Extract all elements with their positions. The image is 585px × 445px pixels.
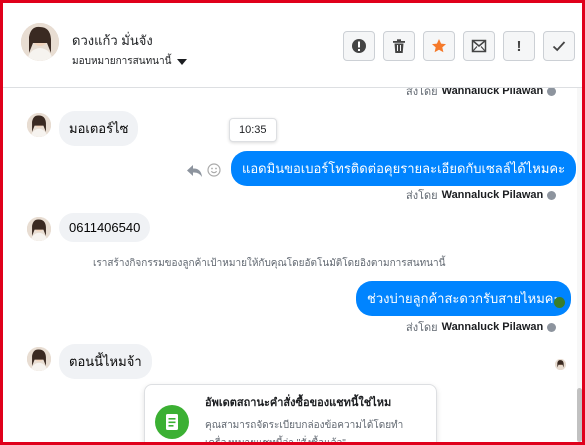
- contact-name[interactable]: ดวงแก้ว มั่นจัง: [72, 30, 153, 51]
- read-receipt-avatar: [554, 297, 565, 308]
- contact-avatar-small: [27, 113, 51, 137]
- conversation-header: ดวงแก้ว มั่นจัง มอบหมายการสนทนานี้ !: [3, 3, 582, 88]
- order-status-prompt-card[interactable]: อัพเดตสถานะคำสั่งซื้อของแชทนี้ใช่ไหม คุณ…: [144, 384, 437, 445]
- order-note-icon: [155, 405, 189, 439]
- exclamation-icon: !: [516, 37, 522, 55]
- mark-done-button[interactable]: [543, 31, 575, 61]
- exclamation-circle-icon: [352, 39, 366, 53]
- reply-icon[interactable]: [186, 164, 203, 178]
- message-bubble-incoming[interactable]: 0611406540: [59, 213, 151, 242]
- caret-down-icon: [177, 58, 188, 65]
- info-icon: [547, 190, 557, 200]
- info-icon: [547, 322, 557, 332]
- mark-unread-button[interactable]: [463, 31, 495, 61]
- message-bubble-incoming[interactable]: ตอนนี้ไหมจ้า: [59, 344, 152, 379]
- check-icon: [552, 41, 566, 52]
- header-action-bar: !: [343, 31, 575, 61]
- message-bubble-outgoing[interactable]: แอดมินขอเบอร์โทรติดต่อคุยรายละเอียดกับเซ…: [231, 151, 577, 186]
- sent-by-label: ส่งโดย Wannaluck Pilawan: [406, 318, 557, 336]
- assign-label: มอบหมายการสนทนานี้: [72, 56, 172, 67]
- follow-up-button[interactable]: !: [503, 31, 535, 61]
- card-title: อัพเดตสถานะคำสั่งซื้อของแชทนี้ใช่ไหม: [205, 397, 392, 409]
- message-bubble-incoming[interactable]: มอเตอร์ไซ: [59, 111, 139, 146]
- message-bubble-outgoing[interactable]: ช่วงบ่ายลูกค้าสะดวกรับสายไหมคะ: [356, 281, 572, 316]
- timestamp-tooltip: 10:35: [229, 118, 277, 142]
- assign-conversation-dropdown[interactable]: มอบหมายการสนทนานี้: [72, 54, 188, 69]
- system-notice: เราสร้างกิจกรรมของลูกค้าเป้าหมายให้กับคุ…: [93, 258, 446, 269]
- mark-spam-button[interactable]: [343, 31, 375, 61]
- contact-avatar[interactable]: [21, 23, 59, 61]
- contact-avatar-small: [27, 217, 51, 241]
- envelope-icon: [471, 39, 487, 53]
- sent-by-label: ส่งโดย Wannaluck Pilawan: [406, 186, 557, 204]
- contact-avatar-small: [27, 347, 51, 371]
- read-receipt-avatar: [555, 359, 566, 370]
- star-icon: [432, 39, 446, 53]
- scrollbar-thumb[interactable]: [577, 388, 582, 442]
- react-emoji-icon[interactable]: [207, 163, 221, 177]
- inbox-conversation-panel: ดวงแก้ว มั่นจัง มอบหมายการสนทนานี้ ! ส่ง…: [0, 0, 585, 445]
- card-description: คุณสามารถจัดระเบียบกล่องข้อความได้โดยทำ …: [205, 420, 404, 445]
- delete-button[interactable]: [383, 31, 415, 61]
- trash-icon: [393, 39, 405, 53]
- star-button[interactable]: [423, 31, 455, 61]
